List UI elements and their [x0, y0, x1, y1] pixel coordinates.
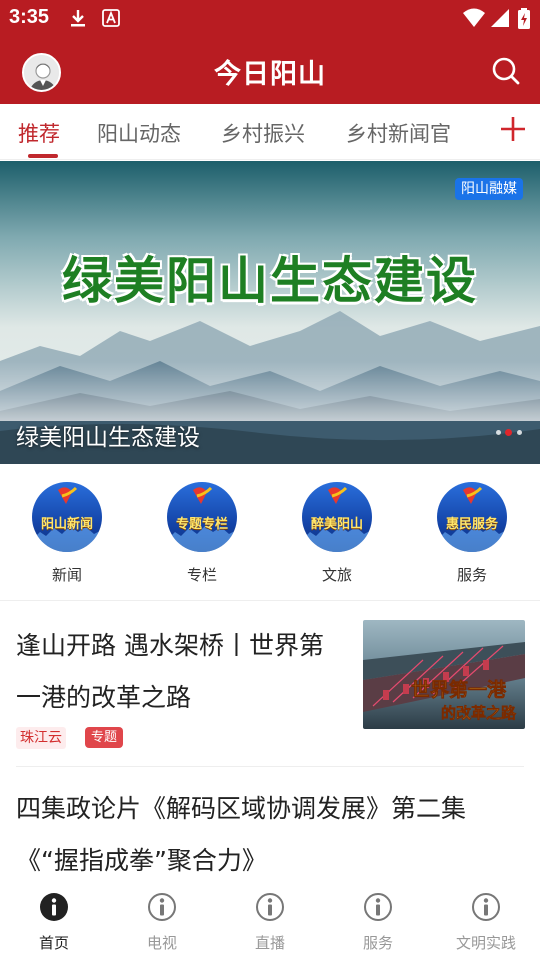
entry-icon-text: 专题专栏	[175, 517, 228, 532]
banner-caption[interactable]: 绿美阳山生态建设	[16, 418, 200, 452]
entry-label: 服务	[456, 566, 487, 584]
source-tag: 珠江云	[16, 727, 66, 749]
tab-recommend[interactable]: 推荐	[18, 118, 60, 148]
nav-tv[interactable]: 电视	[108, 892, 216, 953]
service-app-icon: 惠民服务	[437, 482, 507, 552]
info-icon	[364, 893, 392, 921]
carousel-dot	[517, 430, 522, 435]
search-icon[interactable]	[491, 56, 521, 86]
nav-label: 文明实践	[455, 934, 516, 952]
topic-tag: 专题	[85, 727, 124, 748]
nav-civilization-practice[interactable]: 文明实践	[432, 892, 540, 953]
carousel-dot-active	[505, 429, 512, 436]
active-tab-indicator	[28, 154, 58, 158]
divider	[0, 600, 540, 601]
add-channel-icon[interactable]	[500, 116, 526, 142]
source-badge: 阳山融媒	[455, 178, 523, 200]
news-title[interactable]: 逢山开路 遇水架桥丨世界第一港的改革之路	[16, 620, 346, 724]
status-time: 3:35	[9, 6, 50, 28]
info-icon	[40, 893, 68, 921]
news-app-icon: 阳山新闻	[32, 482, 102, 552]
nav-service[interactable]: 服务	[324, 892, 432, 953]
banner-art-title: 绿美阳山生态建设	[62, 252, 478, 310]
nav-label: 服务	[362, 934, 393, 952]
divider	[16, 766, 524, 767]
nav-label: 电视	[146, 934, 177, 952]
entry-news[interactable]: 阳山新闻 新闻	[22, 482, 112, 585]
app-header: 3:35 今日阳山	[0, 0, 540, 104]
entry-label: 新闻	[51, 566, 82, 584]
tab-rural-news-officer[interactable]: 乡村新闻官	[346, 118, 451, 148]
nav-label: 首页	[38, 934, 69, 952]
quick-entries: 阳山新闻 新闻 专题专栏 专栏 醉美阳山 文旅 惠民服务 服务	[0, 464, 540, 600]
text-notification-icon	[102, 9, 120, 27]
column-app-icon: 专题专栏	[167, 482, 237, 552]
thumb-text-1: 世界第一港	[411, 678, 507, 701]
thumb-text-2: 的改革之路	[441, 704, 517, 722]
entry-service[interactable]: 惠民服务 服务	[427, 482, 517, 585]
tourism-app-icon: 醉美阳山	[302, 482, 372, 552]
status-bar: 3:35	[0, 0, 540, 36]
battery-icon	[518, 8, 530, 29]
page-title: 今日阳山	[214, 59, 326, 90]
entry-label: 专栏	[186, 566, 217, 584]
news-title[interactable]: 四集政论片《解码区域协调发展》第二集《“握指成拳”聚合力》	[16, 783, 526, 887]
signal-icon	[491, 9, 509, 27]
nav-home[interactable]: 首页	[0, 892, 108, 953]
carousel-dot	[496, 430, 501, 435]
news-thumbnail[interactable]: 世界第一港 的改革之路	[363, 620, 525, 729]
tab-yangshan-news[interactable]: 阳山动态	[97, 118, 181, 148]
entry-icon-text: 醉美阳山	[310, 517, 363, 532]
info-icon	[148, 893, 176, 921]
entry-icon-text: 惠民服务	[445, 517, 498, 532]
wifi-icon	[463, 8, 485, 27]
download-icon	[71, 10, 85, 27]
entry-tourism[interactable]: 醉美阳山 文旅	[292, 482, 382, 585]
nav-label: 直播	[254, 934, 285, 952]
bottom-navigation: 首页 电视 直播 服务 文明实践	[0, 880, 540, 960]
entry-column[interactable]: 专题专栏 专栏	[157, 482, 247, 585]
info-icon	[256, 893, 284, 921]
info-icon	[472, 893, 500, 921]
entry-label: 文旅	[321, 566, 352, 584]
tab-rural-revitalization[interactable]: 乡村振兴	[221, 118, 305, 148]
category-tabs: 推荐 阳山动态 乡村振兴 乡村新闻官	[0, 104, 540, 160]
entry-icon-text: 阳山新闻	[40, 517, 93, 532]
nav-live[interactable]: 直播	[216, 892, 324, 953]
